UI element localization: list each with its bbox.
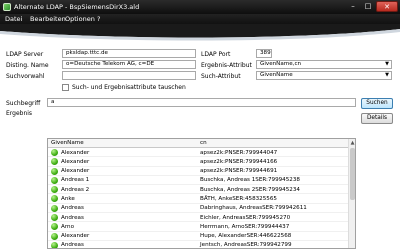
disting-name-input[interactable]: o=Deutsche Telekom AG, c=DE <box>62 60 196 69</box>
green-status-icon <box>51 214 58 222</box>
ldap-server-label: LDAP Server <box>6 51 44 58</box>
green-status-icon <box>51 158 58 166</box>
table-row[interactable]: Alexander Hupe, AlexanderSER:446622568 <box>48 232 348 241</box>
green-status-icon <box>51 232 58 240</box>
green-status-icon <box>51 241 58 248</box>
green-status-icon <box>51 195 58 203</box>
maximize-button[interactable]: □ <box>361 1 375 12</box>
cell-cn: Buschka, Andreas 2SER:799945234 <box>200 186 300 193</box>
cell-cn: apsez2k:PNSER:799944691 <box>200 168 278 175</box>
table-row[interactable]: Alexander apsez2k:PNSER:799944047 <box>48 148 348 158</box>
chevron-down-icon: ▼ <box>385 61 389 67</box>
cell-cn: apsez2k:PNSER:799944047 <box>200 149 278 156</box>
menu-datei[interactable]: Datei <box>5 15 22 23</box>
app-icon <box>3 3 11 11</box>
cell-givenname: Arno <box>61 223 74 230</box>
green-status-icon <box>51 176 58 184</box>
such-attribut-select[interactable]: GivenName ▼ <box>256 71 392 80</box>
suchbegriff-label: Suchbegriff <box>6 100 41 107</box>
cell-cn: Eichler, AndreasSER:799945270 <box>200 214 291 221</box>
column-header-cn[interactable]: cn <box>200 140 207 146</box>
cell-cn: Hupe, AlexanderSER:446622568 <box>200 233 292 240</box>
details-button[interactable]: Details <box>361 113 393 124</box>
cell-givenname: Andreas <box>61 205 84 212</box>
suchvorwahl-label: Suchvorwahl <box>6 73 45 80</box>
swap-attributes-checkbox[interactable] <box>62 84 69 91</box>
ergebnis-label: Ergebnis <box>6 110 33 117</box>
table-row[interactable]: Andreas Dabringhaus, AndreasSER:799942611 <box>48 204 348 214</box>
cell-givenname: Andreas 1 <box>61 177 90 184</box>
chevron-down-icon: ▼ <box>385 72 389 78</box>
cell-cn: Herrmann, ArnoSER:799944437 <box>200 223 290 230</box>
green-status-icon <box>51 149 58 156</box>
table-row[interactable]: Arno Herrmann, ArnoSER:799944437 <box>48 222 348 232</box>
ldap-port-label: LDAP Port <box>201 51 231 58</box>
menu-help[interactable]: ? <box>97 15 100 23</box>
ergebnis-attribut-value: GivenName,cn <box>260 61 302 67</box>
swap-attributes-label: Such- und Ergebnisattribute tauschen <box>72 84 186 91</box>
ldap-server-input[interactable]: pksldap.tttc.de <box>62 49 196 58</box>
table-row[interactable]: Andreas 1 Buschka, Andreas 1SER:799945238 <box>48 176 348 186</box>
green-status-icon <box>51 204 58 212</box>
minimize-button[interactable]: – <box>346 1 360 12</box>
green-status-icon <box>51 186 58 194</box>
cell-givenname: Andreas <box>61 242 84 249</box>
close-button[interactable]: ✕ <box>376 1 398 12</box>
table-row[interactable]: Alexander apsez2k:PNSER:799944691 <box>48 167 348 176</box>
cell-givenname: Alexander <box>61 233 90 240</box>
window-title: Alternate LDAP - BspSiemensDirX3.ald <box>14 3 140 11</box>
menu-optionen[interactable]: Optionen <box>65 15 95 23</box>
cell-givenname: Anke <box>61 195 75 202</box>
scroll-thumb[interactable] <box>350 148 355 200</box>
cell-cn: Buschka, Andreas 1SER:799945238 <box>200 177 300 184</box>
cell-cn: Dabringhaus, AndreasSER:799942611 <box>200 205 307 212</box>
cell-givenname: Alexander <box>61 149 90 156</box>
such-attribut-label: Such-Attribut <box>201 73 241 80</box>
table-row[interactable]: Andreas Eichler, AndreasSER:799945270 <box>48 213 348 223</box>
menu-bearbeiten[interactable]: Bearbeiten <box>30 15 66 23</box>
column-header-givenname[interactable]: GivenName <box>51 140 84 146</box>
cell-givenname: Alexander <box>61 168 90 175</box>
disting-name-label: Disting. Name <box>6 62 49 69</box>
suchbegriff-input[interactable]: a <box>47 98 356 107</box>
cell-givenname: Andreas 2 <box>61 186 90 193</box>
cell-cn: Jentsch, AndreasSER:799942799 <box>200 242 292 249</box>
ergebnis-attribut-select[interactable]: GivenName,cn ▼ <box>256 60 392 69</box>
header-wave-decoration <box>0 24 400 46</box>
cell-givenname: Alexander <box>61 158 90 165</box>
cell-cn: BÄTH, AnkeSER:458325565 <box>200 195 277 202</box>
green-status-icon <box>51 167 58 175</box>
such-attribut-value: GivenName <box>260 72 293 78</box>
ergebnis-attribut-label: Ergebnis-Attribut <box>201 62 252 69</box>
table-row[interactable]: Alexander apsez2k:PNSER:799944166 <box>48 157 348 167</box>
ldap-port-input[interactable]: 389 <box>256 49 272 58</box>
results-grid[interactable]: GivenName cn Alexander apsez2k:PNSER:7999… <box>47 138 356 249</box>
table-row[interactable]: Andreas 2 Buschka, Andreas 2SER:799945234 <box>48 185 348 195</box>
scroll-up-icon[interactable]: ▲ <box>349 140 355 147</box>
suchen-button[interactable]: Suchen <box>361 98 393 109</box>
green-status-icon <box>51 223 58 231</box>
menu-bar: Datei Bearbeiten Optionen ? <box>0 14 400 24</box>
cell-cn: apsez2k:PNSER:799944166 <box>200 158 278 165</box>
table-row[interactable]: Anke BÄTH, AnkeSER:458325565 <box>48 194 348 204</box>
grid-header: GivenName cn <box>48 139 348 148</box>
grid-rows: Alexander apsez2k:PNSER:799944047 Alexande… <box>48 148 348 249</box>
cell-givenname: Andreas <box>61 214 84 221</box>
title-bar: Alternate LDAP - BspSiemensDirX3.ald – □… <box>0 0 400 14</box>
vertical-scrollbar[interactable]: ▲ <box>348 139 355 248</box>
suchvorwahl-input[interactable] <box>62 71 196 80</box>
table-row[interactable]: Andreas Jentsch, AndreasSER:799942799 <box>48 241 348 249</box>
